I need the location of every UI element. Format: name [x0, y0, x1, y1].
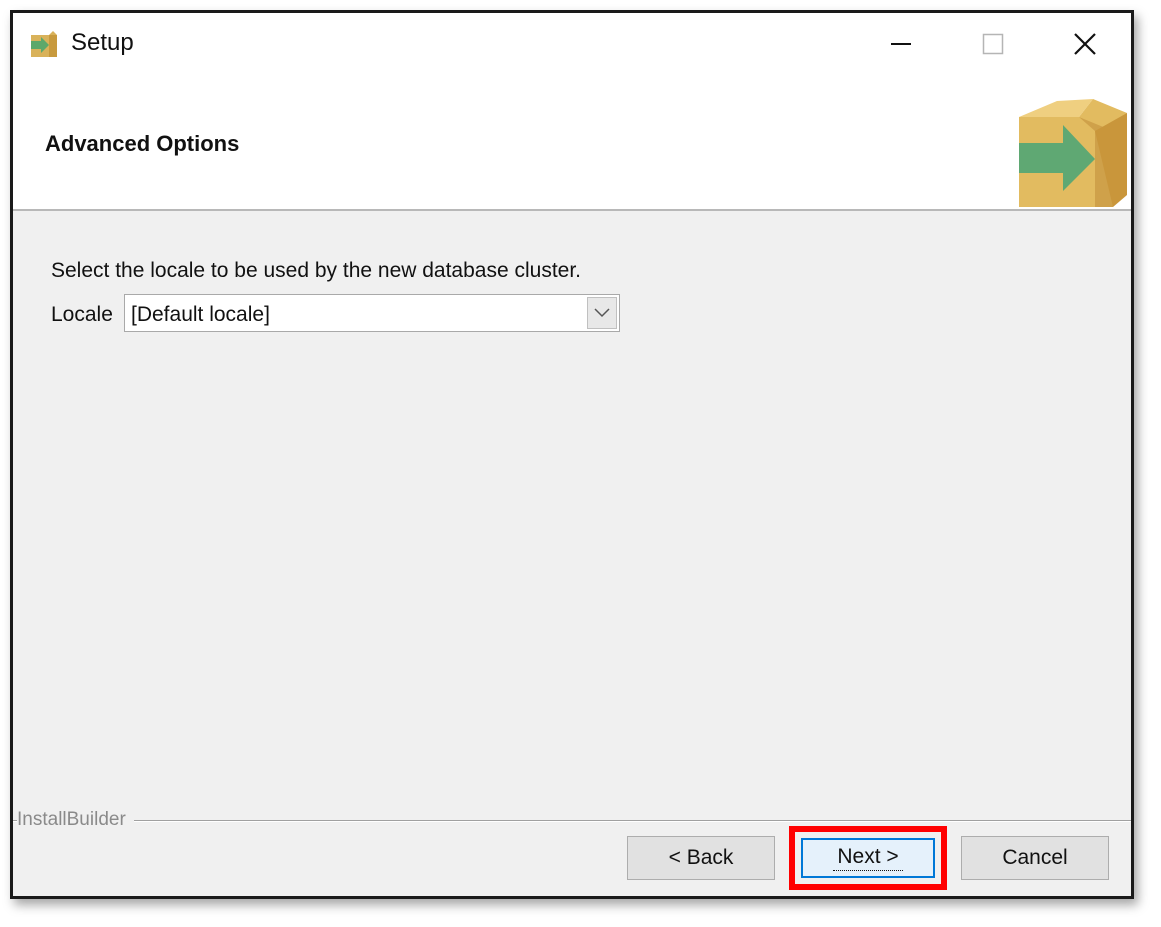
chevron-down-icon — [594, 308, 610, 318]
close-icon — [1074, 33, 1096, 55]
divider-line — [13, 820, 1131, 822]
maximize-icon — [982, 33, 1004, 55]
page-header: Advanced Options — [13, 75, 1131, 211]
installer-box-arrow-icon — [1019, 99, 1127, 207]
locale-dropdown-button[interactable] — [587, 297, 617, 329]
installbuilder-brand: InstallBuilder — [17, 809, 134, 831]
next-button[interactable]: Next > — [801, 838, 935, 878]
locale-dropdown[interactable]: [Default locale] — [124, 294, 620, 332]
cancel-button[interactable]: Cancel — [961, 836, 1109, 880]
close-button[interactable] — [1039, 13, 1131, 75]
locale-instruction: Select the locale to be used by the new … — [51, 259, 582, 282]
maximize-button[interactable] — [947, 13, 1039, 75]
locale-label: Locale — [51, 303, 113, 326]
page-title: Advanced Options — [45, 131, 240, 156]
installer-app-icon — [31, 31, 57, 57]
branding-divider: InstallBuilder — [13, 809, 1131, 833]
cancel-button-label: Cancel — [1002, 846, 1068, 869]
window-title: Setup — [71, 29, 134, 56]
locale-selected-value: [Default locale] — [131, 303, 270, 326]
content-panel: Select the locale to be used by the new … — [13, 211, 1131, 813]
minimize-icon — [891, 43, 911, 45]
next-button-label: Next > — [833, 845, 903, 871]
title-bar[interactable]: Setup — [13, 13, 1131, 75]
back-button[interactable]: < Back — [627, 836, 775, 880]
back-button-label: < Back — [668, 846, 734, 869]
setup-window: Setup Advanced Options Select the locale… — [10, 10, 1134, 899]
minimize-button[interactable] — [855, 13, 947, 75]
